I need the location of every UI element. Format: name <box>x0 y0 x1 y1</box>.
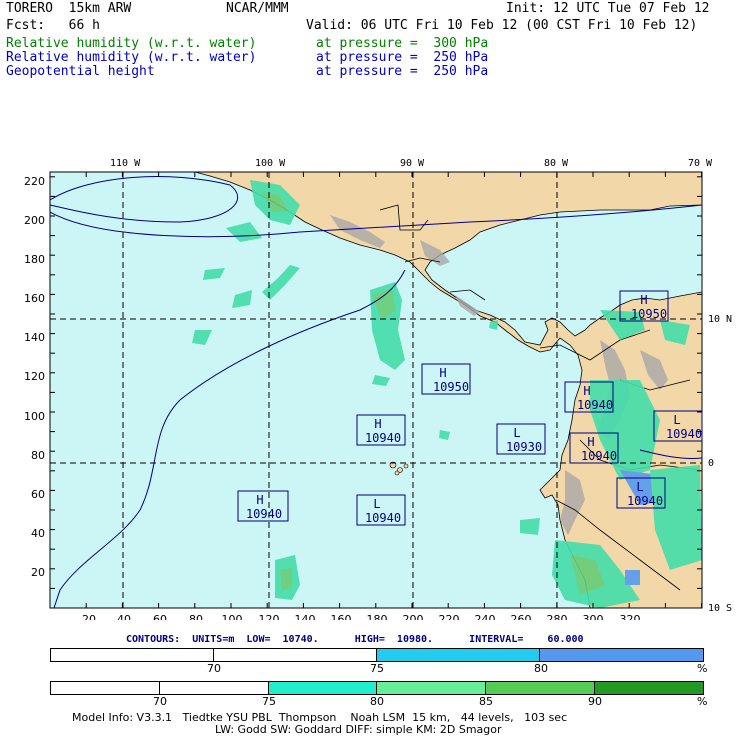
y-tick: 160 <box>24 292 45 305</box>
y-tick: 40 <box>31 527 45 540</box>
cbar250-label-80: 80 <box>534 662 548 675</box>
lon-label-90w: 90 W <box>400 158 425 169</box>
svg-text:10950: 10950 <box>631 307 667 321</box>
y-tick: 180 <box>24 253 45 266</box>
cbar250-label-75: 75 <box>370 662 384 675</box>
cbar-cell <box>540 649 703 661</box>
x-tick: 100 <box>222 613 243 620</box>
lat-label-0: 0 <box>708 458 714 469</box>
svg-text:H: H <box>256 493 263 507</box>
y-tick: 120 <box>24 370 45 383</box>
x-tick: 20 <box>82 613 96 620</box>
cbar300-label-90: 90 <box>588 695 602 708</box>
cbar-cell <box>486 682 595 694</box>
x-tick: 320 <box>620 613 641 620</box>
svg-text:10950: 10950 <box>433 380 469 394</box>
x-tick: 240 <box>475 613 496 620</box>
cbar300-label-75: 75 <box>262 695 276 708</box>
y-tick: 100 <box>24 410 45 423</box>
lat-label-10n: 10 N <box>708 314 732 325</box>
x-tick: 200 <box>403 613 424 620</box>
colorbar-300hpa <box>50 681 704 695</box>
cbar-cell <box>51 682 160 694</box>
y-tick: 20 <box>31 566 45 579</box>
svg-text:H: H <box>587 435 594 449</box>
x-tick: 160 <box>331 613 352 620</box>
x-tick: 180 <box>367 613 388 620</box>
cbar300-label-70: 70 <box>153 695 167 708</box>
svg-text:L: L <box>636 480 643 494</box>
cbar-cell <box>160 682 269 694</box>
cbar-cell <box>377 649 540 661</box>
lon-label-110w: 110 W <box>110 158 141 169</box>
svg-text:10930: 10930 <box>506 440 542 454</box>
y-tick: 200 <box>24 214 45 227</box>
svg-text:10940: 10940 <box>365 511 401 525</box>
cbar-cell <box>51 649 214 661</box>
svg-text:H: H <box>439 366 446 380</box>
cbar300-label-80: 80 <box>370 695 384 708</box>
lon-label-100w: 100 W <box>255 158 286 169</box>
contours-info: CONTOURS: UNITS=m LOW= 10740. HIGH= 1098… <box>126 634 584 645</box>
weather-map: 110 W 100 W 90 W 80 W 70 W 10 N 0 10 S 2… <box>24 158 732 620</box>
cbar250-label-70: 70 <box>207 662 221 675</box>
x-tick: 280 <box>547 613 568 620</box>
svg-text:L: L <box>673 413 680 427</box>
svg-text:H: H <box>374 417 381 431</box>
svg-text:L: L <box>373 497 380 511</box>
svg-text:10940: 10940 <box>666 427 702 441</box>
cbar-cell <box>377 682 486 694</box>
y-tick: 140 <box>24 331 45 344</box>
cbar250-label-pct: % <box>697 662 708 675</box>
model-info-line-2: LW: Godd SW: Goddard DIFF: simple KM: 2D… <box>215 723 502 736</box>
svg-text:10940: 10940 <box>365 431 401 445</box>
cbar300-label-85: 85 <box>479 695 493 708</box>
svg-text:10940: 10940 <box>627 494 663 508</box>
svg-text:L: L <box>513 426 520 440</box>
cbar-cell <box>214 649 377 661</box>
x-tick: 300 <box>583 613 604 620</box>
x-tick: 260 <box>511 613 532 620</box>
lon-label-80w: 80 W <box>544 158 569 169</box>
svg-text:10940: 10940 <box>581 449 617 463</box>
x-tick: 80 <box>189 613 203 620</box>
x-tick: 220 <box>439 613 460 620</box>
colorbar-250hpa <box>50 648 704 662</box>
cbar300-label-pct: % <box>697 695 708 708</box>
lon-label-70w: 70 W <box>688 158 713 169</box>
x-tick: 60 <box>153 613 167 620</box>
x-tick: 40 <box>117 613 131 620</box>
x-tick: 120 <box>259 613 280 620</box>
svg-text:H: H <box>583 384 590 398</box>
y-tick: 220 <box>24 175 45 188</box>
lat-label-10s: 10 S <box>708 603 732 614</box>
svg-text:10940: 10940 <box>246 507 282 521</box>
svg-text:H: H <box>640 293 647 307</box>
svg-text:10940: 10940 <box>577 398 613 412</box>
y-tick: 60 <box>31 488 45 501</box>
x-tick: 140 <box>295 613 316 620</box>
cbar-cell <box>595 682 703 694</box>
y-tick: 80 <box>31 449 45 462</box>
cbar-cell <box>269 682 377 694</box>
